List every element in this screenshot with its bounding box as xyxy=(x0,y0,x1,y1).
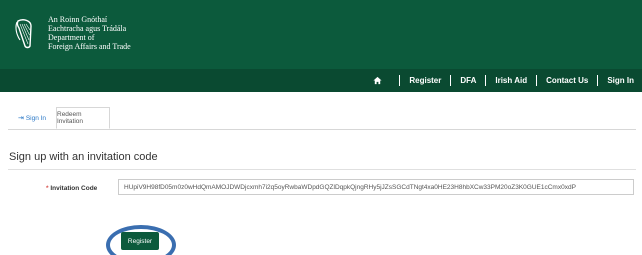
top-nav: Register DFA Irish Aid Contact Us Sign I… xyxy=(372,69,634,92)
page-title: Sign up with an invitation code xyxy=(9,151,158,163)
harp-icon xyxy=(15,19,32,49)
heading-divider xyxy=(8,169,636,170)
register-button[interactable]: Register xyxy=(121,232,159,250)
invitation-code-label: * Invitation Code xyxy=(46,185,97,192)
nav-divider xyxy=(485,75,487,86)
site-header: An Roinn Gnóthaí Eachtracha agus Trádála… xyxy=(0,0,642,69)
department-line-1: An Roinn Gnóthaí xyxy=(48,15,108,24)
invitation-code-label-text: Invitation Code xyxy=(50,185,98,192)
required-marker: * xyxy=(46,185,49,192)
top-nav-bar: Register DFA Irish Aid Contact Us Sign I… xyxy=(0,69,642,92)
nav-irish-aid-link[interactable]: Irish Aid xyxy=(495,76,527,85)
department-line-4: Foreign Affairs and Trade xyxy=(48,42,131,51)
auth-tabs: ⇥ Sign In Redeem Invitation xyxy=(8,107,636,130)
nav-contact-us-link[interactable]: Contact Us xyxy=(546,76,588,85)
tab-sign-in[interactable]: ⇥ Sign In xyxy=(12,107,52,129)
nav-register-link[interactable]: Register xyxy=(409,76,441,85)
tab-redeem-invitation[interactable]: Redeem Invitation xyxy=(56,107,110,129)
department-name: An Roinn Gnóthaí Eachtracha agus Trádála… xyxy=(48,15,131,51)
tab-sign-in-label: Sign In xyxy=(25,114,47,122)
department-line-2: Eachtracha agus Trádála xyxy=(48,24,127,33)
invitation-code-input[interactable] xyxy=(118,179,634,195)
department-line-3: Department of xyxy=(48,33,95,42)
tab-redeem-invitation-label: Redeem Invitation xyxy=(57,111,84,125)
home-icon[interactable] xyxy=(372,76,382,86)
sign-in-icon: ⇥ xyxy=(17,115,24,122)
nav-divider xyxy=(399,75,401,86)
nav-sign-in-link[interactable]: Sign In xyxy=(607,76,634,85)
nav-divider xyxy=(536,75,538,86)
page: An Roinn Gnóthaí Eachtracha agus Trádála… xyxy=(0,0,642,255)
nav-dfa-link[interactable]: DFA xyxy=(460,76,476,85)
nav-divider xyxy=(597,75,599,86)
nav-divider xyxy=(450,75,452,86)
